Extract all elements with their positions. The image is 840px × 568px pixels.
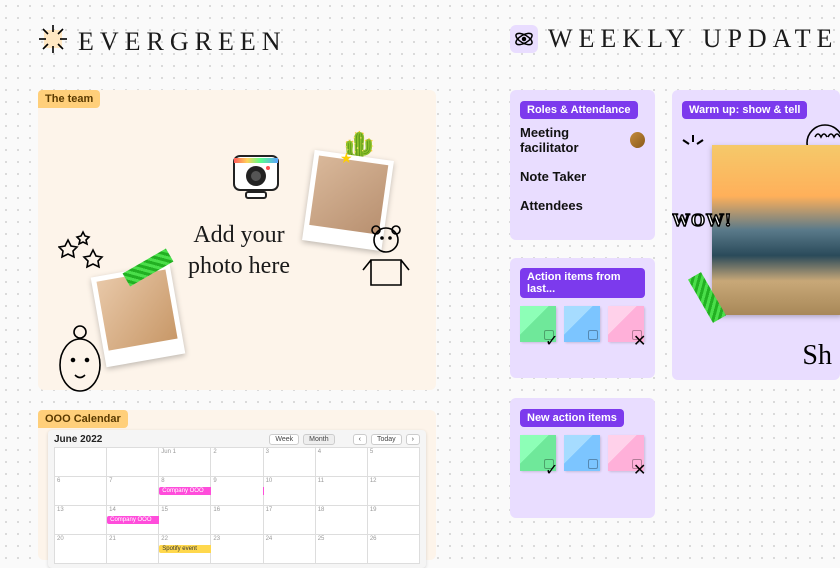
- cal-today[interactable]: Today: [371, 434, 402, 445]
- x-icon: ✕: [632, 459, 642, 469]
- star-sticker: ★: [340, 150, 353, 167]
- star-doodle: [58, 230, 118, 285]
- sticky-row: ✓ ✕: [520, 435, 645, 471]
- weekly-title: WEEKLY UPDATE: [548, 24, 838, 54]
- sticky-note[interactable]: ✕: [608, 435, 644, 471]
- ooo-tag: OOO Calendar: [38, 410, 128, 428]
- roles-tag: Roles & Attendance: [520, 101, 638, 119]
- atom-icon: [510, 25, 538, 53]
- avatar: [630, 132, 645, 148]
- bear-doodle: [351, 220, 421, 305]
- calendar-month: June 2022: [54, 434, 102, 445]
- attendees-row: Attendees: [520, 198, 645, 213]
- sticky-note[interactable]: [564, 306, 600, 342]
- note-taker-row: Note Taker: [520, 169, 645, 184]
- roles-panel[interactable]: Roles & Attendance Meeting facilitator N…: [510, 90, 655, 240]
- rays-doodle: [678, 130, 708, 165]
- camera-icon: [228, 150, 284, 207]
- cal-next[interactable]: ›: [406, 434, 420, 445]
- weekly-title-row: WEEKLY UPDATE: [510, 24, 838, 54]
- sticky-row: ✓ ✕: [520, 306, 645, 342]
- team-panel[interactable]: The team 🌵 Add your photo here ★: [38, 90, 436, 390]
- sticky-note[interactable]: ✓: [520, 306, 556, 342]
- action-last-panel[interactable]: Action items from last... ✓ ✕: [510, 258, 655, 378]
- calendar-widget[interactable]: June 2022 Week Month ‹ Today › Jun 12345…: [48, 430, 426, 568]
- cal-prev[interactable]: ‹: [353, 434, 367, 445]
- face-doodle: [53, 320, 108, 400]
- sticky-note[interactable]: ✕: [608, 306, 644, 342]
- new-action-panel[interactable]: New action items ✓ ✕: [510, 398, 655, 518]
- new-action-tag: New action items: [520, 409, 624, 427]
- warmup-tag: Warm up: show & tell: [682, 101, 807, 119]
- evergreen-title: EVERGREEN: [78, 27, 287, 57]
- wow-sticker: WOW!: [672, 210, 732, 231]
- action-last-tag: Action items from last...: [520, 268, 645, 298]
- x-icon: ✕: [632, 330, 642, 340]
- share-text: Sh: [802, 340, 832, 372]
- evergreen-title-row: EVERGREEN: [38, 24, 287, 59]
- facilitator-row: Meeting facilitator: [520, 125, 645, 155]
- team-tag: The team: [38, 90, 100, 108]
- check-icon: ✓: [544, 459, 554, 469]
- warmup-panel[interactable]: Warm up: show & tell WOW! Sh: [672, 90, 840, 380]
- calendar-grid[interactable]: Jun 12345 678 Company OOO 9101112 1314 C…: [54, 447, 420, 564]
- view-month[interactable]: Month: [303, 434, 334, 445]
- sticky-note[interactable]: ✓: [520, 435, 556, 471]
- view-week[interactable]: Week: [269, 434, 299, 445]
- add-photo-prompt: Add your photo here: [188, 220, 290, 282]
- check-icon: ✓: [544, 330, 554, 340]
- sparkle-icon: [38, 24, 68, 59]
- sticky-note[interactable]: [564, 435, 600, 471]
- ooo-panel[interactable]: OOO Calendar June 2022 Week Month ‹ Toda…: [38, 410, 436, 560]
